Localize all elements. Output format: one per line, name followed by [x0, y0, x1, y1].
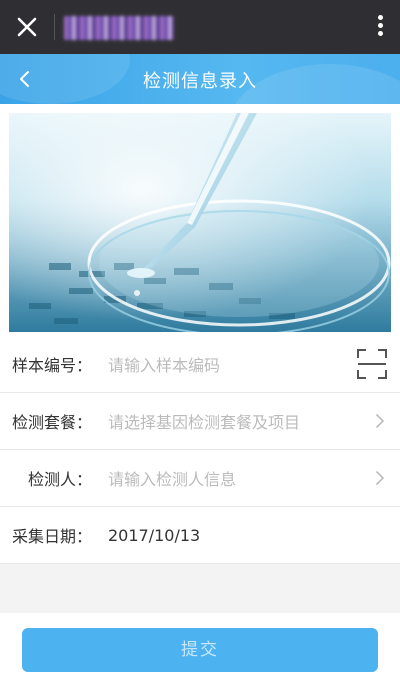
page-header: 检测信息录入: [0, 54, 400, 104]
submit-button[interactable]: 提交: [22, 628, 378, 672]
package-row[interactable]: 检测套餐： 请选择基因检测套餐及项目: [0, 393, 400, 450]
banner-section: [0, 104, 400, 336]
date-row[interactable]: 采集日期： 2017/10/13: [0, 507, 400, 564]
person-label: 检测人：: [28, 470, 93, 489]
sample-id-input[interactable]: 请输入样本编码: [96, 352, 400, 376]
person-row[interactable]: 检测人： 请输入检测人信息: [0, 450, 400, 507]
more-vertical-icon[interactable]: [376, 15, 384, 39]
date-value[interactable]: 2017/10/13: [96, 526, 400, 545]
close-icon[interactable]: [12, 12, 42, 42]
wechat-title-bar: [0, 0, 400, 54]
chevron-right-icon[interactable]: [374, 413, 386, 429]
date-label: 采集日期：: [12, 527, 93, 546]
pipette-over-petri-dish-photo: [9, 113, 391, 332]
scan-qr-icon[interactable]: [356, 348, 388, 380]
package-select[interactable]: 请选择基因检测套餐及项目: [96, 409, 400, 433]
sample-info-form: 样本编号： 请输入样本编码 检测套餐： 请选择基因检测套餐及项目 检测人： 请输…: [0, 336, 400, 564]
title-divider: [54, 14, 55, 40]
page-title: 检测信息录入: [143, 71, 257, 92]
package-label: 检测套餐：: [12, 413, 93, 432]
sample-id-label: 样本编号：: [12, 356, 93, 375]
sample-id-row[interactable]: 样本编号： 请输入样本编码: [0, 336, 400, 393]
footer: 提交: [0, 613, 400, 691]
chevron-right-icon[interactable]: [374, 470, 386, 486]
blurred-app-title: [64, 16, 174, 40]
person-input[interactable]: 请输入检测人信息: [96, 466, 400, 490]
